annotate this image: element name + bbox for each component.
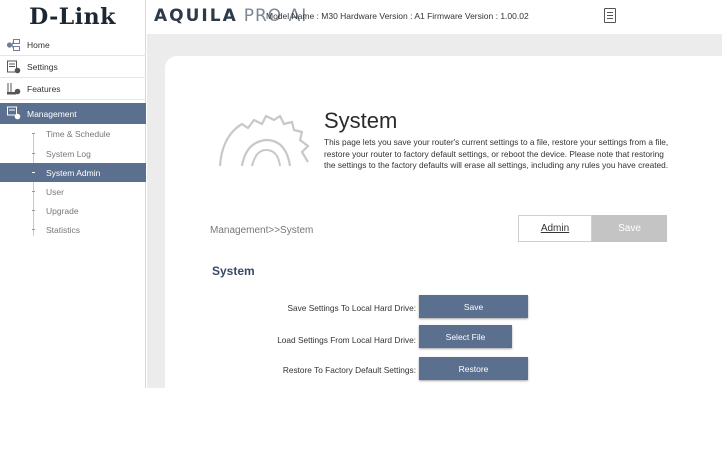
sidebar-subitem-statistics[interactable]: Statistics <box>0 220 146 239</box>
restore-button[interactable]: Restore <box>419 357 528 380</box>
sidebar-item-home[interactable]: Home <box>0 35 146 56</box>
document-icon[interactable] <box>604 8 616 23</box>
model-info: Model Name : M30 Hardware Version : A1 F… <box>266 11 529 21</box>
dlink-logo-text: D-Link <box>29 4 116 30</box>
brand-primary: AQUILA <box>154 6 238 26</box>
sidebar-subitem-label: User <box>46 186 64 197</box>
home-icon <box>6 39 20 51</box>
top-header: D-Link AQUILA PRO AI Model Name : M30 Ha… <box>0 0 722 34</box>
sidebar-subitem-label: Upgrade <box>46 205 79 216</box>
sidebar-item-label: Management <box>27 108 77 119</box>
save-settings-button[interactable]: Save <box>419 295 528 318</box>
sidebar-item-label: Features <box>27 84 61 94</box>
settings-icon <box>7 60 21 74</box>
sidebar-subitem-system-log[interactable]: System Log <box>0 144 146 163</box>
page-description: This page lets you save your router's cu… <box>324 137 669 170</box>
sidebar-subitem-user[interactable]: User <box>0 182 146 201</box>
load-settings-label: Load Settings From Local Hard Drive: <box>277 335 416 345</box>
page-title: System <box>324 108 398 133</box>
logo[interactable]: D-Link <box>0 0 146 34</box>
router-admin-page: D-Link AQUILA PRO AI Model Name : M30 Ha… <box>0 0 722 454</box>
sidebar-item-management[interactable]: Management <box>0 103 146 124</box>
sidebar-subitem-label: Time & Schedule <box>46 128 111 139</box>
sidebar-subitem-label: Statistics <box>46 224 81 235</box>
sidebar-item-settings[interactable]: Settings <box>0 57 146 78</box>
management-icon <box>7 106 21 120</box>
section-title: System <box>212 264 255 278</box>
restore-defaults-label: Restore To Factory Default Settings: <box>282 365 416 375</box>
tab-admin[interactable]: Admin <box>518 215 592 242</box>
sidebar-subitem-upgrade[interactable]: Upgrade <box>0 201 146 220</box>
select-file-button[interactable]: Select File <box>419 325 512 348</box>
gear-icon <box>218 114 310 167</box>
sidebar-subitem-label: System Log <box>46 148 91 159</box>
page-bottom-area <box>0 388 722 454</box>
save-tab-button[interactable]: Save <box>592 215 667 242</box>
features-icon <box>7 83 21 95</box>
sidebar-subitem-time-schedule[interactable]: Time & Schedule <box>0 124 146 143</box>
sidebar: Home Settings Features Management Time &… <box>0 34 146 388</box>
breadcrumb: Management>>System <box>210 225 314 236</box>
sidebar-item-label: Settings <box>27 62 58 72</box>
save-settings-label: Save Settings To Local Hard Drive: <box>287 303 416 313</box>
sidebar-item-label: Home <box>27 40 50 50</box>
sidebar-subitem-label: System Admin <box>46 167 101 178</box>
sidebar-subitem-system-admin[interactable]: System Admin <box>0 163 146 182</box>
sidebar-item-features[interactable]: Features <box>0 79 146 100</box>
